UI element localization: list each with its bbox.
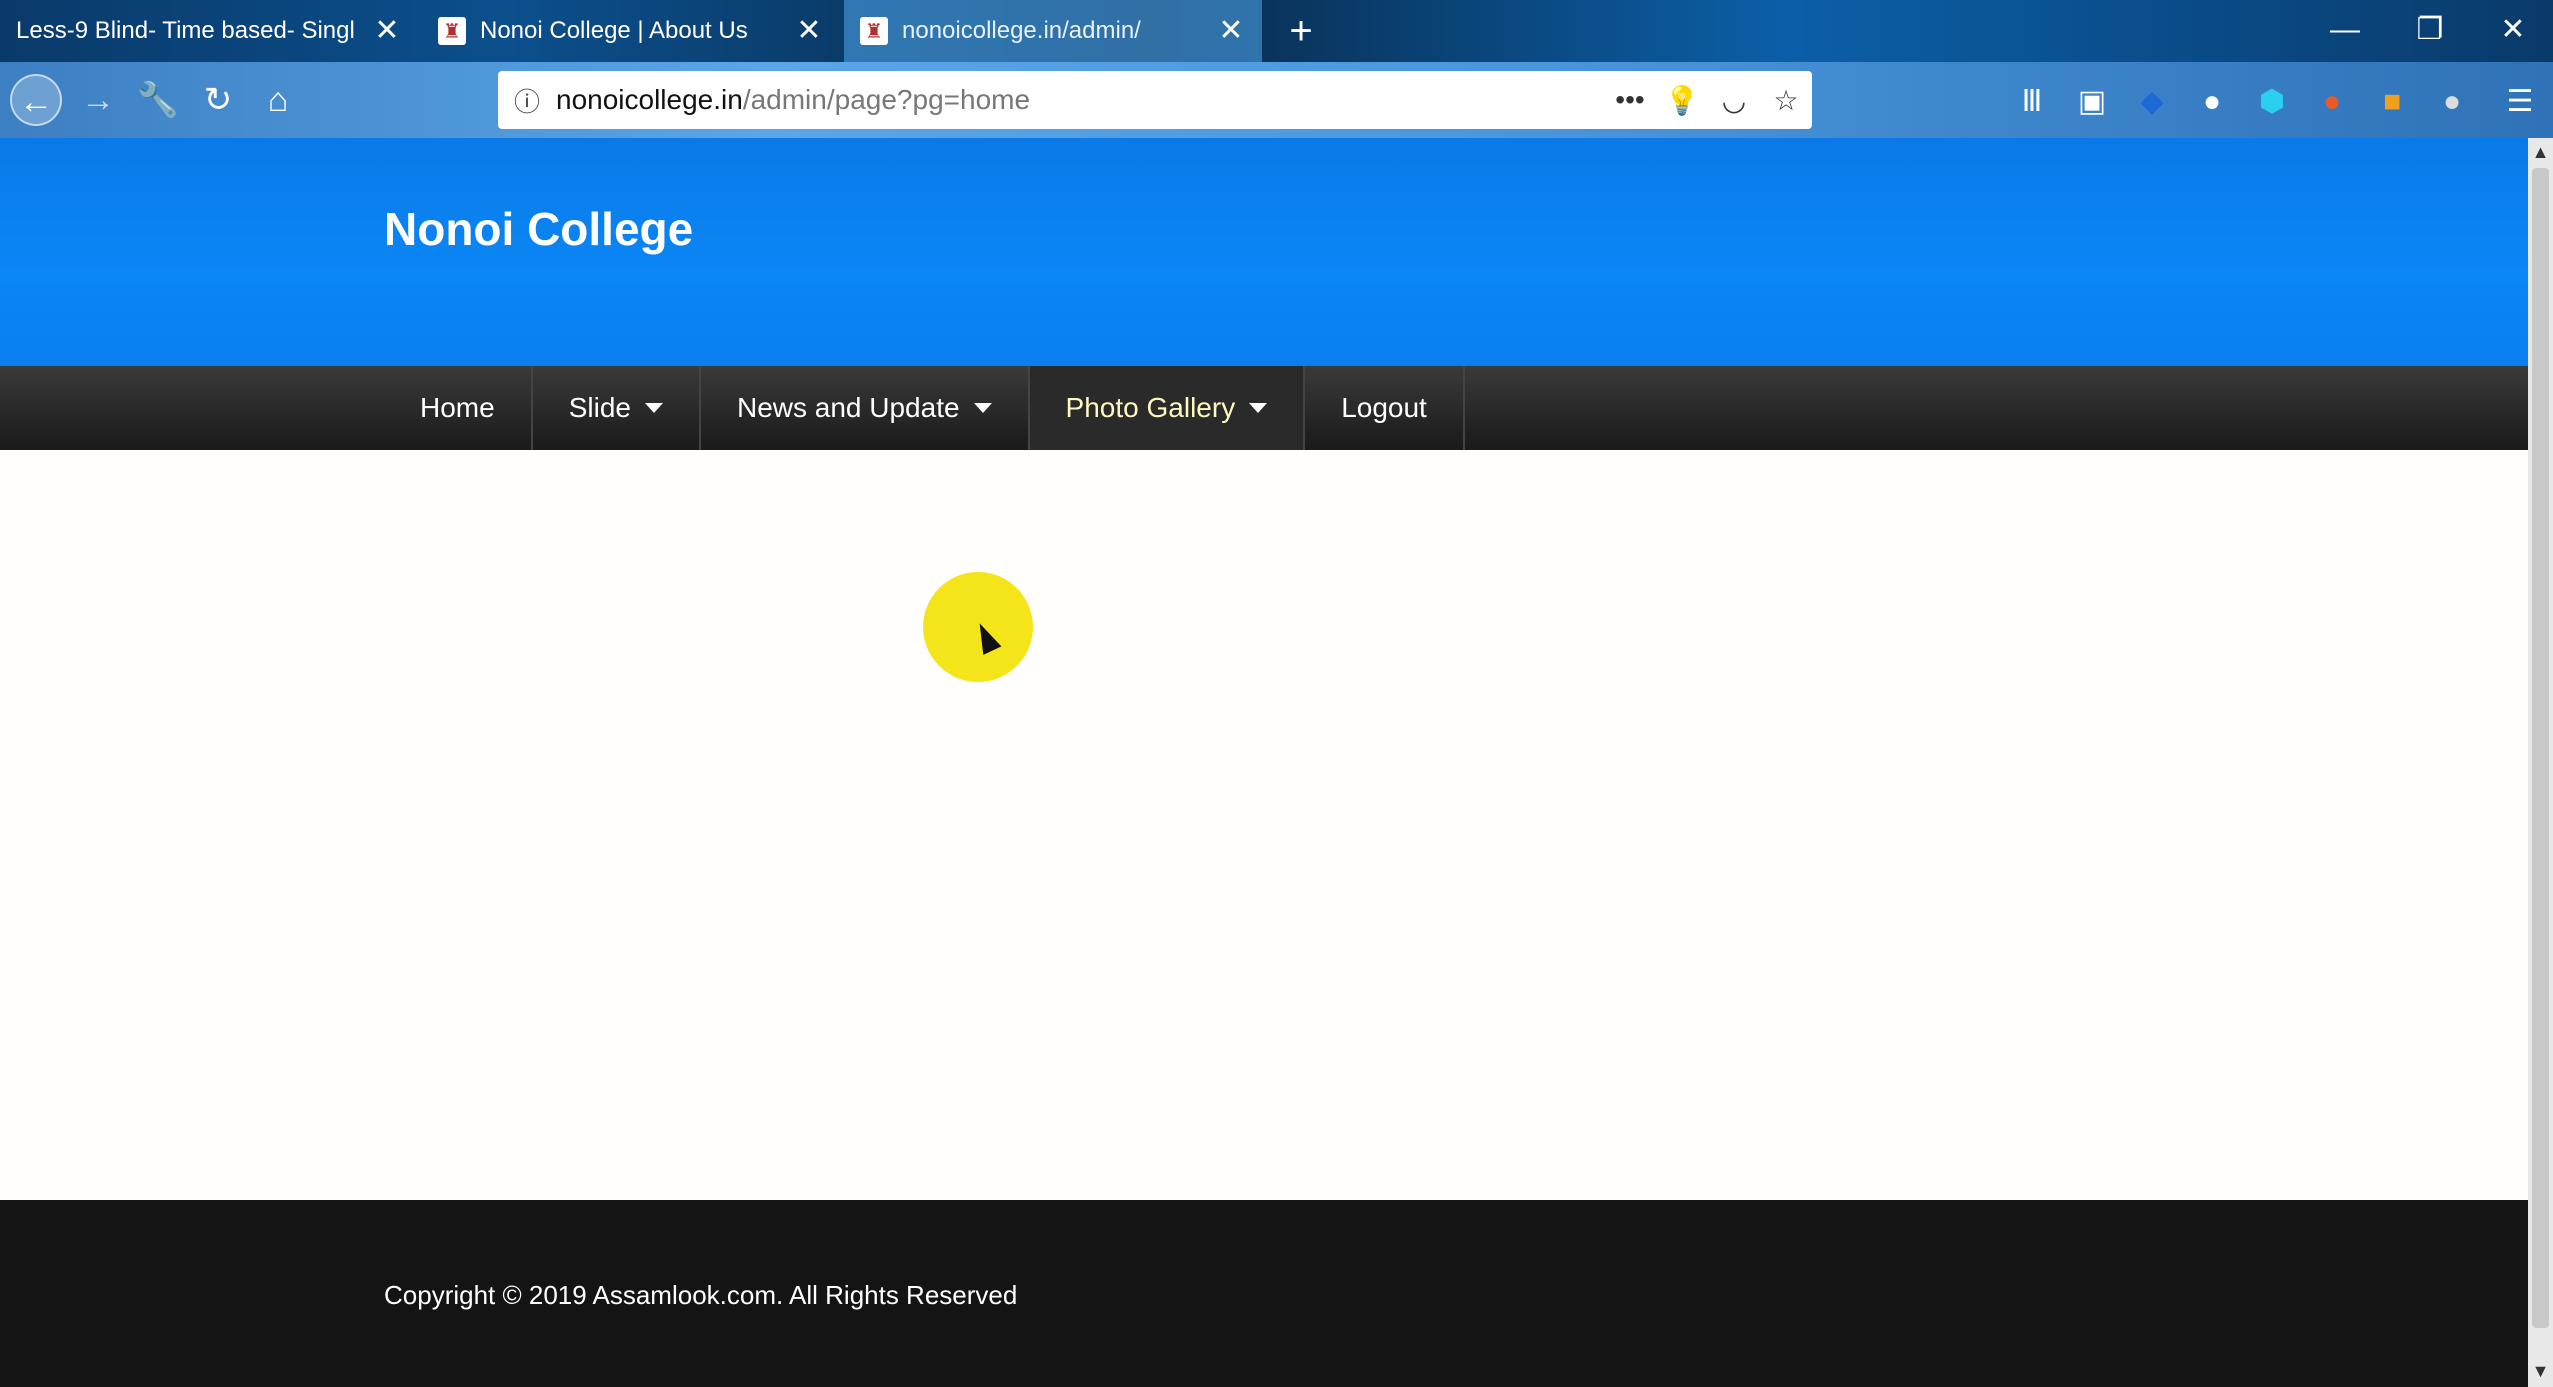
menu-item-logout[interactable]: Logout xyxy=(1305,366,1465,450)
extension-icon[interactable]: ● xyxy=(2192,82,2232,122)
tab-nonoi-about[interactable]: ♜ Nonoi College | About Us ✕ xyxy=(422,0,840,62)
home-button[interactable]: ⌂ xyxy=(252,74,304,126)
caret-down-icon xyxy=(973,403,992,413)
favicon-icon: ♜ xyxy=(860,17,888,45)
tab-less-9[interactable]: Less-9 Blind- Time based- Singl ✕ xyxy=(0,0,418,62)
url-host: nonoicollege.in xyxy=(556,84,743,115)
tab-nonoi-admin[interactable]: ♜ nonoicollege.in/admin/ ✕ xyxy=(844,0,1262,62)
menu-item-home[interactable]: Home xyxy=(384,366,533,450)
pocket-icon[interactable]: ◡ xyxy=(1708,84,1760,117)
tab-label: Nonoi College | About Us xyxy=(480,17,748,44)
tab-close-icon[interactable]: ✕ xyxy=(372,16,402,46)
menu-item-label: Slide xyxy=(568,392,631,423)
sidebar-icon[interactable]: ▣ xyxy=(2072,82,2112,122)
browser-titlebar: Less-9 Blind- Time based- Singl ✕ ♜ Nono… xyxy=(0,0,2553,62)
bookmark-star-icon[interactable]: ☆ xyxy=(1760,84,1812,117)
restore-button[interactable]: ❐ xyxy=(2390,0,2470,62)
scroll-up-icon[interactable]: ▲ xyxy=(2528,142,2553,164)
reload-button[interactable]: ↻ xyxy=(192,74,244,126)
caret-down-icon xyxy=(1249,403,1268,413)
tab-label: nonoicollege.in/admin/ xyxy=(902,17,1141,44)
extension-icon[interactable]: ● xyxy=(2432,82,2472,122)
menu-item-label: Logout xyxy=(1341,392,1427,423)
address-bar[interactable]: ⓘ nonoicollege.in/admin/page?pg=home •••… xyxy=(498,71,1812,129)
scroll-down-icon[interactable]: ▼ xyxy=(2528,1361,2553,1383)
site-footer: Copyright © 2019 Assamlook.com. All Righ… xyxy=(0,1200,2528,1387)
window-close-button[interactable]: ✕ xyxy=(2473,0,2553,62)
forward-button[interactable]: → xyxy=(72,74,124,126)
menu-item-slide[interactable]: Slide xyxy=(533,366,701,450)
info-icon[interactable]: ⓘ xyxy=(498,82,556,119)
copyright-text: Copyright © 2019 Assamlook.com. All Righ… xyxy=(384,1280,1018,1310)
caret-down-icon xyxy=(644,403,663,413)
browser-toolbar: ← → 🔧 ↻ ⌂ ⓘ nonoicollege.in/admin/page?p… xyxy=(0,62,2553,138)
url-text[interactable]: nonoicollege.in/admin/page?pg=home xyxy=(556,84,1604,116)
menu-item-photo-gallery[interactable]: Photo Gallery xyxy=(1029,366,1306,450)
menu-item-label: Photo Gallery xyxy=(1065,392,1236,423)
site-header: Nonoi College xyxy=(0,138,2528,366)
main-menu: Home Slide News and Update Photo Gallery… xyxy=(384,366,1465,450)
back-button[interactable]: ← xyxy=(10,74,62,126)
scroll-thumb[interactable] xyxy=(2532,168,2549,1328)
extension-icon[interactable]: ⬢ xyxy=(2252,82,2292,122)
tab-close-icon[interactable]: ✕ xyxy=(794,16,824,46)
main-content xyxy=(0,450,2528,1200)
page-scrollbar[interactable]: ▲ ▼ xyxy=(2528,138,2553,1387)
menu-item-news-and-update[interactable]: News and Update xyxy=(701,366,1030,450)
tab-close-icon[interactable]: ✕ xyxy=(1216,16,1246,46)
menu-icon[interactable]: ☰ xyxy=(2500,82,2540,122)
site-nav: Home Slide News and Update Photo Gallery… xyxy=(0,366,2528,450)
extension-icon[interactable]: ■ xyxy=(2372,82,2412,122)
favicon-icon: ♜ xyxy=(438,17,466,45)
extension-icon[interactable]: ◆ xyxy=(2132,82,2172,122)
site-title[interactable]: Nonoi College xyxy=(384,202,693,256)
tools-icon[interactable]: 🔧 xyxy=(132,74,184,126)
library-icon[interactable]: Ⅲ xyxy=(2012,82,2052,122)
menu-item-label: News and Update xyxy=(736,392,960,423)
lightbulb-icon[interactable]: 💡 xyxy=(1656,84,1708,117)
new-tab-button[interactable]: + xyxy=(1276,6,1326,56)
menu-item-label: Home xyxy=(420,392,495,423)
url-path: /admin/page?pg=home xyxy=(742,84,1031,115)
tab-label: Less-9 Blind- Time based- Singl xyxy=(16,17,355,44)
extension-icon[interactable]: ● xyxy=(2312,82,2352,122)
more-actions-icon[interactable]: ••• xyxy=(1604,84,1656,116)
minimize-button[interactable]: — xyxy=(2305,0,2385,62)
